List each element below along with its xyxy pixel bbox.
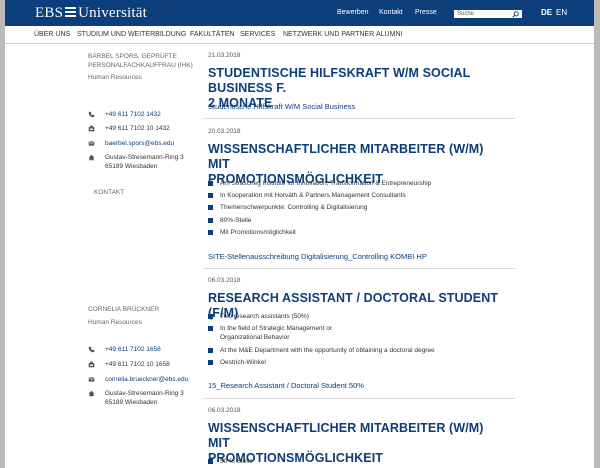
contact-name: CORNELIA BRÜCKNER xyxy=(88,306,160,313)
nav-item-services[interactable]: SERVICES xyxy=(240,31,275,38)
divider xyxy=(203,398,516,399)
bullet-icon xyxy=(208,459,213,464)
search-input[interactable]: Suche xyxy=(453,9,523,19)
nav-item-netzwerk[interactable]: NETZWERK UND PARTNER xyxy=(283,31,374,38)
contact-card-1: BÄRBEL SPORS, GEPRÜFTE PERSONALFACHKAUFF… xyxy=(88,52,198,82)
bullet-icon xyxy=(208,230,213,235)
top-link-kontakt[interactable]: Kontakt xyxy=(379,9,403,16)
contact-address-2: 65189 Wiesbaden xyxy=(105,399,158,406)
job-date: 06.03.2018 xyxy=(208,407,241,414)
bullet-icon xyxy=(208,348,213,353)
contact-phone[interactable]: +49 611 7102 1658 xyxy=(105,345,161,354)
contact-name-line2: PERSONALFACHKAUFFRAU (IHK) xyxy=(88,62,193,69)
bullet-icon xyxy=(208,314,213,319)
contact-fax: +49 611 7102 10 1658 xyxy=(105,361,170,368)
job-date: 20.03.2018 xyxy=(208,128,241,135)
bullet-icon xyxy=(208,218,213,223)
contact-card-2: CORNELIA BRÜCKNER Human Resources xyxy=(88,305,198,327)
bullet-icon xyxy=(208,181,213,186)
fax-icon xyxy=(88,361,95,368)
bullet-icon xyxy=(208,205,213,210)
email-icon xyxy=(88,141,95,146)
contact-email[interactable]: baerbel.spors@ebs.edu xyxy=(105,139,174,148)
bullet-icon xyxy=(208,326,213,331)
search-placeholder: Suche xyxy=(457,11,475,17)
lang-de[interactable]: DE xyxy=(541,8,552,17)
job-title-line1: WISSENSCHAFTLICHER MITARBEITER (W/M) MIT xyxy=(208,142,484,171)
email-icon xyxy=(88,377,95,382)
top-link-bewerben[interactable]: Bewerben xyxy=(337,9,369,16)
home-icon xyxy=(88,154,95,161)
phone-icon xyxy=(88,111,95,118)
logo-text-ebs: EBS xyxy=(35,5,64,21)
logo-text-universitaet: Universität xyxy=(78,5,147,21)
divider xyxy=(203,268,516,269)
page-frame: EBS Universität Bewerben Kontakt Presse S… xyxy=(0,0,600,468)
job-date: 06.03.2018 xyxy=(208,277,241,284)
contact-phone[interactable]: +49 611 7102 1432 xyxy=(105,110,161,119)
job-title-line1: STUDENTISCHE HILFSKRAFT W/M SOCIAL BUSIN… xyxy=(208,66,471,95)
main-nav: ÜBER UNS STUDIUM UND WEITERBILDUNG FAKUL… xyxy=(5,26,594,44)
fax-icon xyxy=(88,125,95,132)
home-icon xyxy=(88,390,95,397)
contact-role: Human Resources xyxy=(88,319,142,326)
nav-item-fakultaeten[interactable]: FAKULTÄTEN xyxy=(190,31,235,38)
top-header: EBS Universität Bewerben Kontakt Presse S… xyxy=(5,0,594,26)
contact-email[interactable]: cornelia.brueckner@ebs.edu xyxy=(105,375,188,384)
divider xyxy=(203,118,516,119)
job-pdf-link[interactable]: 15_Research Assistant / Doctoral Student… xyxy=(208,381,364,390)
top-link-presse[interactable]: Presse xyxy=(415,9,437,16)
logo-bars-icon xyxy=(65,7,77,18)
job-pdf-link[interactable]: SITE-Stellenausschreibung Digitalisierun… xyxy=(208,252,427,261)
contact-address-2: 65189 Wiesbaden xyxy=(105,163,158,170)
contact-address-1: Gustav-Stresemann-Ring 3 xyxy=(105,390,184,397)
job-title-line1: WISSENSCHAFTLICHER MITARBEITER (W/M) MIT xyxy=(208,421,484,450)
contact-fax: +49 611 7102 10 1432 xyxy=(105,125,170,132)
bullet-icon xyxy=(208,360,213,365)
search-icon[interactable] xyxy=(512,11,519,18)
lang-en[interactable]: EN xyxy=(556,8,567,17)
kontakt-label[interactable]: KONTAKT xyxy=(94,189,124,196)
job-pdf-link[interactable]: Studentische Hilfskraft W/M Social Busin… xyxy=(208,102,355,111)
nav-item-studium[interactable]: STUDIUM UND WEITERBILDUNG xyxy=(77,31,186,38)
phone-icon xyxy=(88,346,95,353)
contact-address-1: Gustav-Stresemann-Ring 3 xyxy=(105,154,184,161)
nav-item-ueber-uns[interactable]: ÜBER UNS xyxy=(34,31,70,38)
contact-role: Human Resources xyxy=(88,74,142,81)
job-date: 21.03.2018 xyxy=(208,52,241,59)
logo[interactable]: EBS Universität xyxy=(35,5,147,22)
nav-item-alumni[interactable]: ALUMNI xyxy=(376,31,402,38)
bullet-icon xyxy=(208,193,213,198)
contact-name-line1: BÄRBEL SPORS, GEPRÜFTE xyxy=(88,53,177,60)
